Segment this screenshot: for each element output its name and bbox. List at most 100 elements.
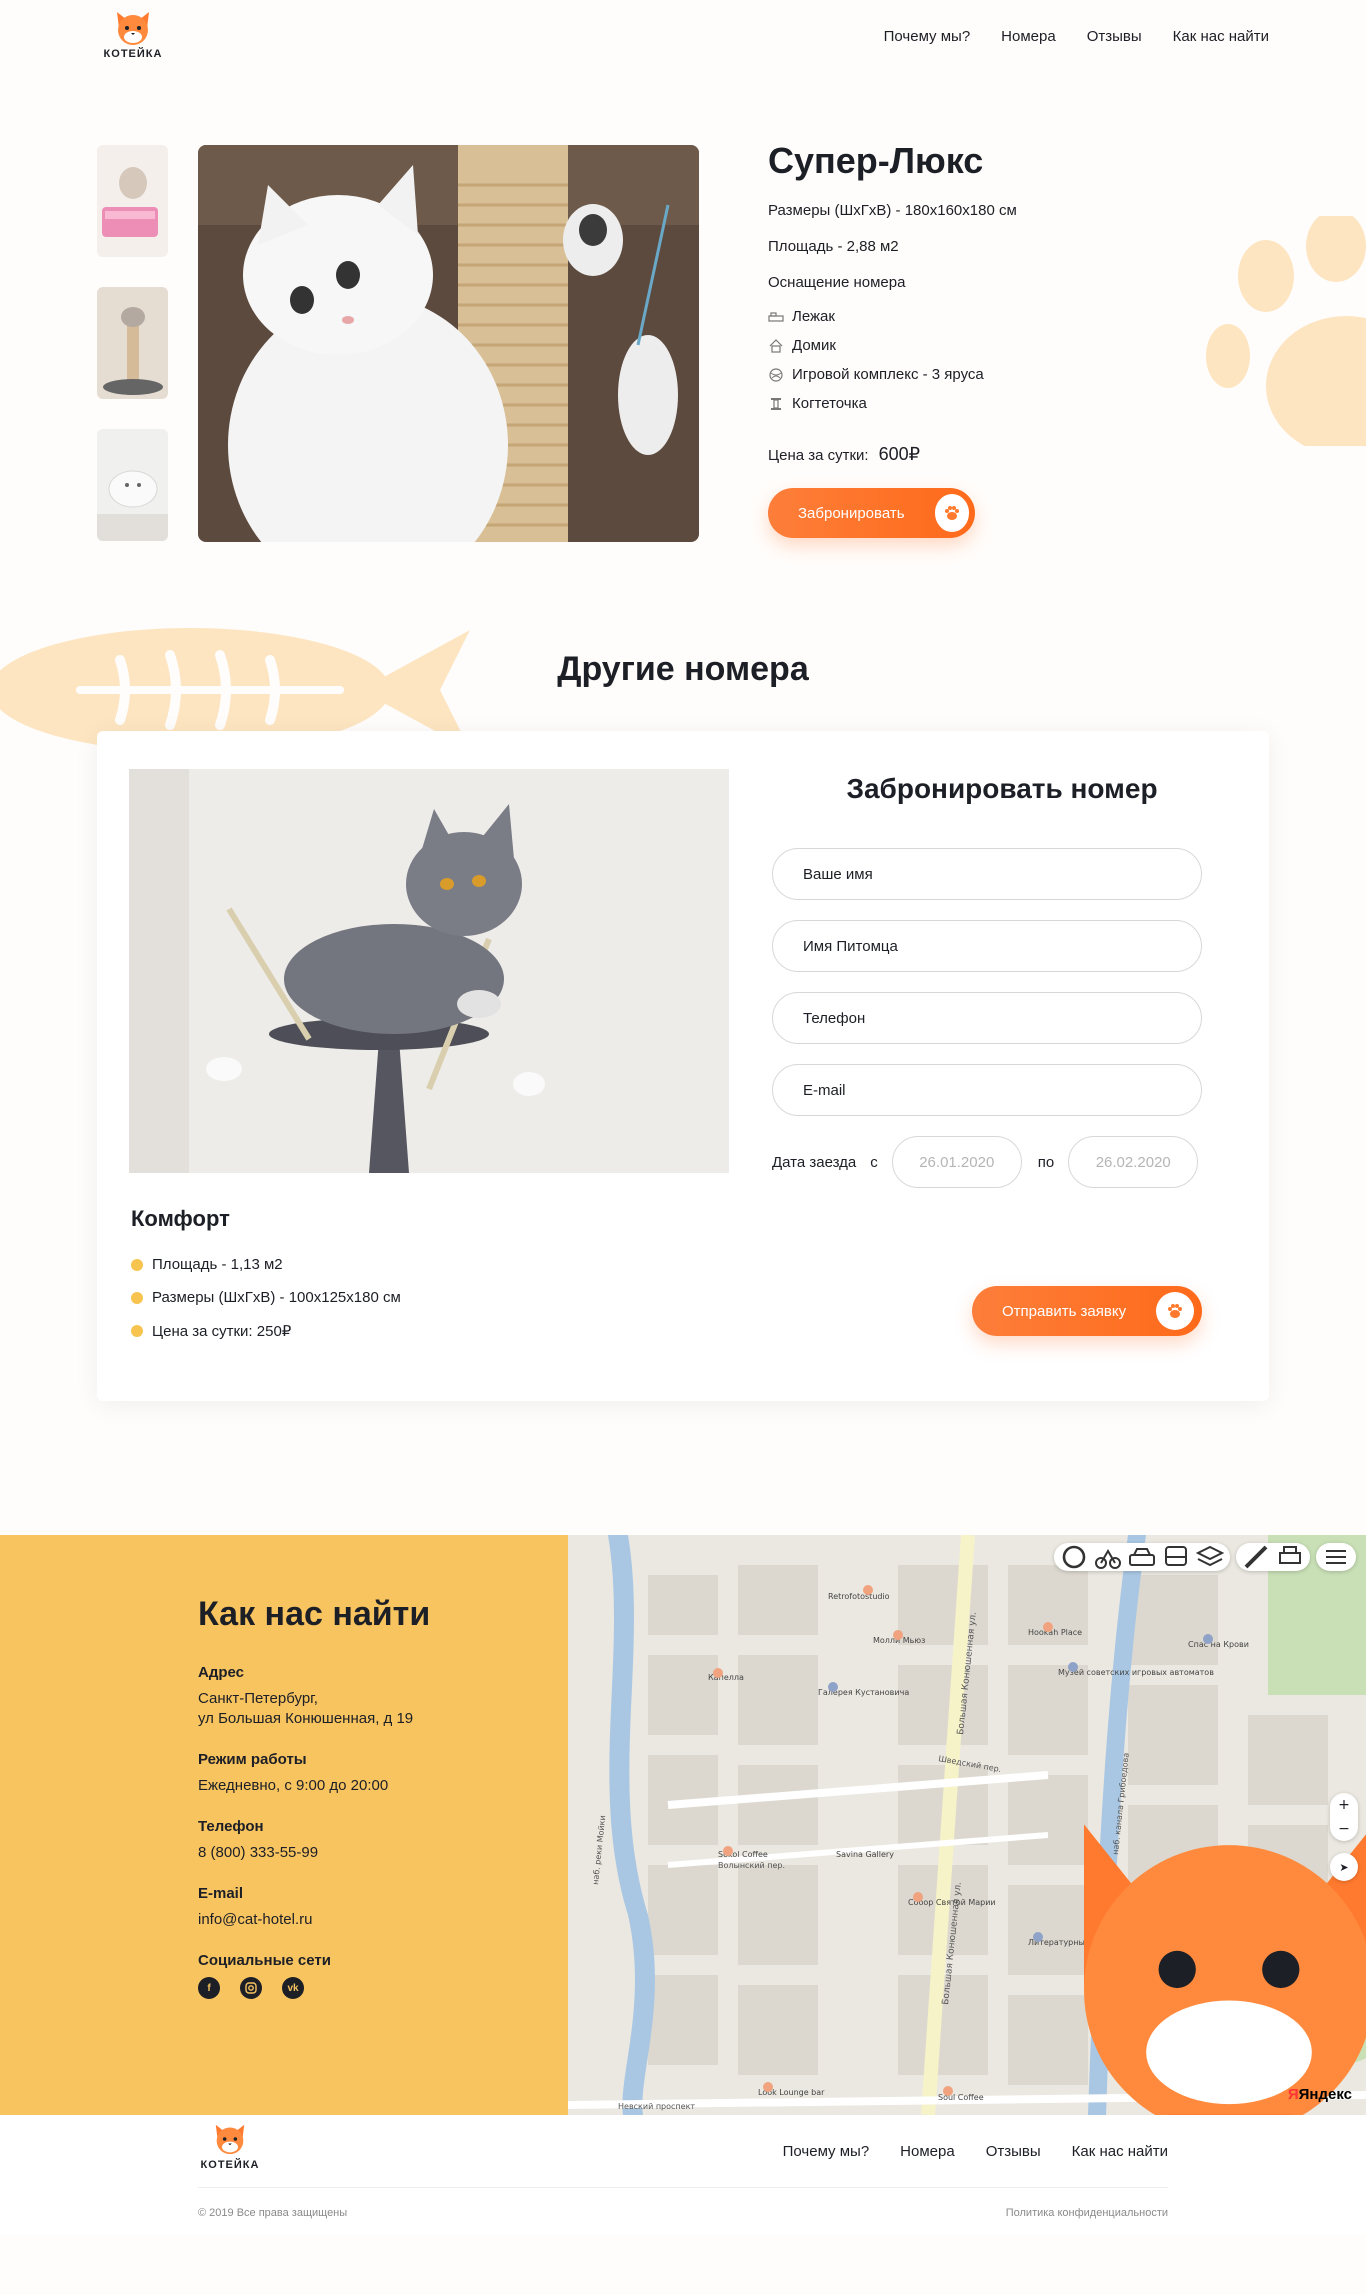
- house-icon: [769, 338, 783, 353]
- price-label: Цена за сутки:: [768, 447, 869, 464]
- feature-item: Размеры (ШхГхВ) - 100х125х180 см: [131, 1281, 401, 1314]
- cat-logo-icon: [117, 12, 149, 45]
- paw-icon: [934, 494, 969, 532]
- phone-input[interactable]: [772, 992, 1202, 1044]
- book-button-label: Забронировать: [798, 504, 905, 522]
- equipment-item: Игровой комплекс - 3 яруса: [768, 360, 1128, 389]
- map-tools-button[interactable]: [1236, 1543, 1310, 1571]
- hours-value: Ежедневно, с 9:00 до 20:00: [198, 1777, 389, 1794]
- car-icon: [1129, 1548, 1155, 1566]
- other-rooms-section: Другие номера Комфорт Площадь - 1,13 м2 …: [0, 620, 1366, 1535]
- find-us-section: Как нас найти Адрес Санкт-Петербург, ул …: [0, 1535, 1366, 2115]
- feature-label: Размеры (ШхГхВ) - 100х125х180 см: [152, 1289, 401, 1306]
- footer-logo-text: КОТЕЙКА: [200, 2159, 260, 2171]
- thumbnail-1[interactable]: [97, 145, 168, 257]
- date-label: Дата заезда: [772, 1153, 857, 1171]
- map-layers-button[interactable]: [1054, 1543, 1230, 1571]
- thumbnail-3[interactable]: [97, 429, 168, 541]
- equipment-label: Когтеточка: [792, 395, 867, 412]
- name-input[interactable]: [772, 848, 1202, 900]
- print-icon: [1279, 1546, 1301, 1564]
- room-size: Размеры (ШхГхВ) - 180х160х180 см: [768, 202, 1017, 219]
- bullet-dot: [131, 1258, 143, 1271]
- phone-label: Телефон: [198, 1818, 264, 1835]
- logo[interactable]: КОТЕЙКА: [97, 10, 169, 60]
- equipment-label: Домик: [792, 337, 836, 354]
- address-block: Адрес Санкт-Петербург, ул Большая Конюше…: [198, 1664, 568, 1729]
- nav-reviews[interactable]: Отзывы: [1087, 28, 1142, 45]
- email-block: E-mail info@cat-hotel.ru: [198, 1885, 568, 1930]
- geolocation-icon[interactable]: ➤: [1330, 1853, 1358, 1881]
- instagram-icon[interactable]: [240, 1977, 262, 1999]
- footer-nav-find-us[interactable]: Как нас найти: [1072, 2143, 1168, 2160]
- equipment-item: Лежак: [768, 302, 1128, 331]
- date-to-input[interactable]: [1068, 1136, 1199, 1188]
- equipment-item: Когтеточка: [768, 389, 1128, 418]
- footer-nav-reviews[interactable]: Отзывы: [986, 2143, 1041, 2160]
- facebook-icon[interactable]: f: [198, 1977, 220, 1999]
- thumbnail-list: [97, 145, 168, 571]
- equipment-label: Игровой комплекс - 3 яруса: [792, 366, 984, 383]
- find-us-title: Как нас найти: [198, 1595, 431, 1633]
- vk-icon[interactable]: vk: [282, 1977, 304, 1999]
- map-toolbar: [1054, 1543, 1356, 1571]
- zoom-control: + −: [1330, 1793, 1358, 1841]
- feature-label: Цена за сутки: 250₽: [152, 1322, 292, 1340]
- footer-logo[interactable]: КОТЕЙКА: [198, 2123, 262, 2173]
- book-button[interactable]: Забронировать: [768, 488, 975, 538]
- footer-divider: [198, 2187, 1168, 2188]
- layers-icon: [1196, 1545, 1224, 1567]
- price-value: 600₽: [878, 444, 921, 464]
- nav-find-us[interactable]: Как нас найти: [1173, 28, 1269, 45]
- bike-icon: [1095, 1549, 1121, 1569]
- booking-form-title: Забронировать номер: [846, 773, 1158, 804]
- social-block: Социальные сети f vk: [198, 1952, 568, 1999]
- map-pin-cat-icon[interactable]: [830, 1783, 1366, 2115]
- pet-name-input[interactable]: [772, 920, 1202, 972]
- footer-nav-rooms[interactable]: Номера: [900, 2143, 955, 2160]
- email-link[interactable]: info@cat-hotel.ru: [198, 1911, 312, 1928]
- equipment-label: Лежак: [792, 308, 835, 325]
- nav-why-us[interactable]: Почему мы?: [884, 28, 971, 45]
- paw-decoration: [1206, 216, 1366, 446]
- room-info: Супер-Люкс Размеры (ШхГхВ) - 180х160х180…: [768, 140, 1128, 538]
- date-from-input[interactable]: [891, 1136, 1022, 1188]
- paw-icon: [1156, 1292, 1195, 1330]
- map-menu-button[interactable]: [1316, 1543, 1356, 1571]
- map[interactable]: Большая Конюшенная ул. Большая Конюшенна…: [568, 1535, 1366, 2115]
- bullet-dot: [131, 1324, 143, 1337]
- copyright: © 2019 Все права защищены: [198, 2207, 348, 2219]
- nav-rooms[interactable]: Номера: [1001, 28, 1056, 45]
- traffic-icon: [1062, 1545, 1086, 1569]
- room-price: Цена за сутки: 600₽: [768, 444, 1128, 465]
- toy-ball-icon: [769, 367, 783, 382]
- email-input[interactable]: [772, 1064, 1202, 1116]
- zoom-out-icon[interactable]: −: [1330, 1817, 1358, 1841]
- privacy-policy-link[interactable]: Политика конфиденциальности: [1006, 2207, 1168, 2219]
- bed-icon: [768, 311, 784, 322]
- thumbnail-2[interactable]: [97, 287, 168, 399]
- room-card-photo: [129, 769, 729, 1173]
- hours-block: Режим работы Ежедневно, с 9:00 до 20:00: [198, 1751, 568, 1796]
- logo-text: КОТЕЙКА: [103, 48, 163, 60]
- yandex-logo[interactable]: ЯЯндекс: [1288, 2086, 1352, 2103]
- cat-logo-icon: [215, 2124, 245, 2155]
- phone-link[interactable]: 8 (800) 333-55-99: [198, 1844, 318, 1861]
- feature-label: Площадь - 1,13 м2: [152, 1256, 283, 1273]
- svg-text:Retrofotostudio: Retrofotostudio: [828, 1592, 890, 1601]
- date-from-label: с: [870, 1153, 878, 1171]
- bullet-dot: [131, 1291, 143, 1304]
- menu-icon: [1326, 1550, 1346, 1564]
- equipment-list: Лежак Домик Игровой комплекс - 3 яруса К…: [768, 302, 1128, 418]
- submit-request-button[interactable]: Отправить заявку: [972, 1286, 1202, 1336]
- social-links: f vk: [198, 1977, 568, 1999]
- footer-nav-why-us[interactable]: Почему мы?: [783, 2143, 870, 2160]
- zoom-in-icon[interactable]: +: [1330, 1793, 1358, 1817]
- ruler-icon: [1244, 1545, 1268, 1569]
- submit-button-label: Отправить заявку: [1002, 1302, 1127, 1320]
- site-footer: КОТЕЙКА Почему мы? Номера Отзывы Как нас…: [0, 2115, 1366, 2235]
- bus-icon: [1165, 1546, 1187, 1566]
- feature-item: Площадь - 1,13 м2: [131, 1248, 401, 1281]
- map-brand: Яндекс: [1298, 2086, 1352, 2103]
- room-card-title: Комфорт: [131, 1206, 230, 1231]
